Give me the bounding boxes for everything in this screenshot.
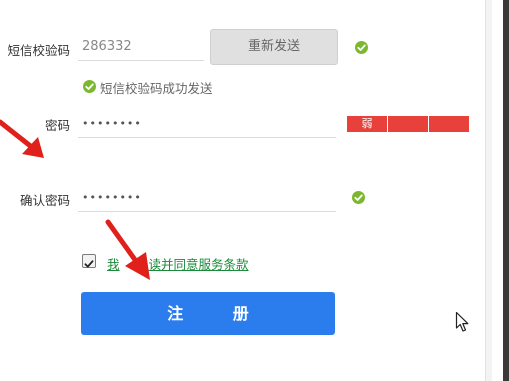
password-strength-meter: 弱 bbox=[347, 116, 469, 132]
registration-page: 短信校验码 重新发送 短信校验码成功发送 密码 弱 确认密码 我读并同意服务条款… bbox=[0, 0, 509, 381]
check-circle-icon bbox=[83, 80, 96, 93]
sms-success-message: 短信校验码成功发送 bbox=[100, 81, 213, 96]
red-arrow-icon bbox=[105, 219, 150, 280]
strength-segment bbox=[388, 116, 429, 132]
agreement-checkbox[interactable] bbox=[82, 254, 96, 268]
resend-button[interactable]: 重新发送 bbox=[210, 29, 338, 65]
panel-border bbox=[485, 0, 492, 381]
agreement-text-right: 读并同意服务条款 bbox=[148, 257, 249, 272]
checkmark-icon bbox=[84, 260, 94, 268]
register-button[interactable]: 注 册 bbox=[81, 292, 335, 335]
password-input[interactable] bbox=[78, 110, 336, 138]
window-edge bbox=[503, 0, 509, 381]
sms-code-input[interactable] bbox=[78, 33, 204, 61]
mouse-cursor-icon bbox=[455, 311, 469, 332]
check-circle-icon bbox=[352, 191, 365, 204]
confirm-password-input[interactable] bbox=[78, 184, 336, 212]
sms-code-label: 短信校验码 bbox=[7, 43, 70, 58]
red-arrow-icon bbox=[0, 119, 44, 158]
check-circle-icon bbox=[355, 41, 368, 54]
strength-segment bbox=[429, 116, 469, 132]
confirm-password-label: 确认密码 bbox=[19, 193, 70, 208]
strength-label: 弱 bbox=[347, 116, 388, 132]
